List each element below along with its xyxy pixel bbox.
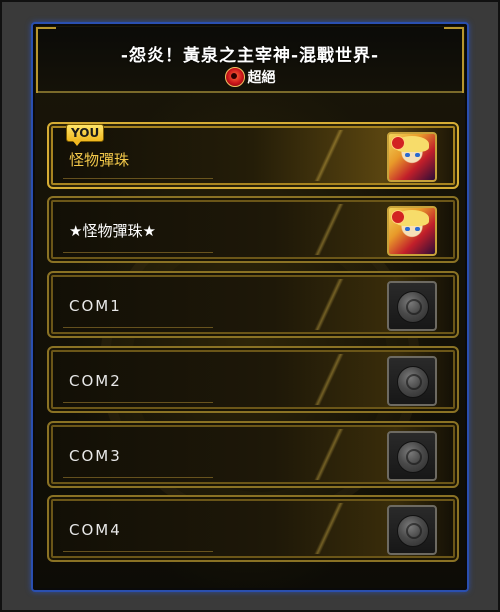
row-slash-decoration (309, 354, 349, 405)
row-underline (63, 252, 213, 253)
player-row-com2[interactable]: COM2 (47, 346, 459, 413)
com-player-name: COM4 (69, 521, 122, 539)
player-name: ★怪物彈珠★ (69, 222, 156, 240)
portrait-eye-left (405, 153, 410, 157)
character-portrait-icon (387, 132, 437, 182)
row-slash-decoration (309, 204, 349, 255)
player-row-you[interactable]: YOU 怪物彈珠 (47, 122, 459, 189)
row-underline (63, 551, 213, 552)
row-slash-decoration (309, 429, 349, 480)
row-underline (63, 327, 213, 328)
orb-graphic (397, 515, 429, 547)
row-slash-decoration (309, 503, 349, 554)
row-underline (63, 477, 213, 478)
row-slash-decoration (309, 279, 349, 330)
you-badge: YOU (66, 124, 105, 146)
orb-graphic (397, 291, 429, 323)
player-row-com1[interactable]: COM1 (47, 271, 459, 338)
quest-title: -怨炎！黃泉之主宰神-混戰世界- (120, 46, 380, 66)
portrait-eye-right (415, 227, 420, 231)
com-player-name: COM2 (69, 372, 122, 390)
com-player-name: COM3 (69, 447, 122, 465)
orb-graphic (397, 366, 429, 398)
difficulty-text: 超絕 (247, 70, 276, 86)
portrait-element-mark (391, 210, 405, 224)
portrait-element-mark (391, 136, 405, 150)
empty-orb-icon (387, 281, 437, 331)
row-underline (63, 178, 213, 179)
row-underline (63, 402, 213, 403)
orb-graphic (397, 441, 429, 473)
difficulty-emblem-icon (224, 67, 245, 87)
difficulty-label: 超絕 (36, 67, 464, 87)
player-row-com4[interactable]: COM4 (47, 495, 459, 562)
portrait-eye-left (405, 227, 410, 231)
empty-orb-icon (387, 356, 437, 406)
empty-orb-icon (387, 505, 437, 555)
com-player-name: COM1 (69, 297, 122, 315)
character-portrait-icon (387, 206, 437, 256)
player-name: 怪物彈珠 (69, 151, 130, 169)
player-row-2[interactable]: ★怪物彈珠★ (47, 196, 459, 263)
portrait-eye-right (415, 153, 420, 157)
empty-orb-icon (387, 431, 437, 481)
quest-header: -怨炎！黃泉之主宰神-混戰世界- 超絕 (36, 27, 464, 93)
row-slash-decoration (309, 130, 349, 181)
player-row-com3[interactable]: COM3 (47, 421, 459, 488)
